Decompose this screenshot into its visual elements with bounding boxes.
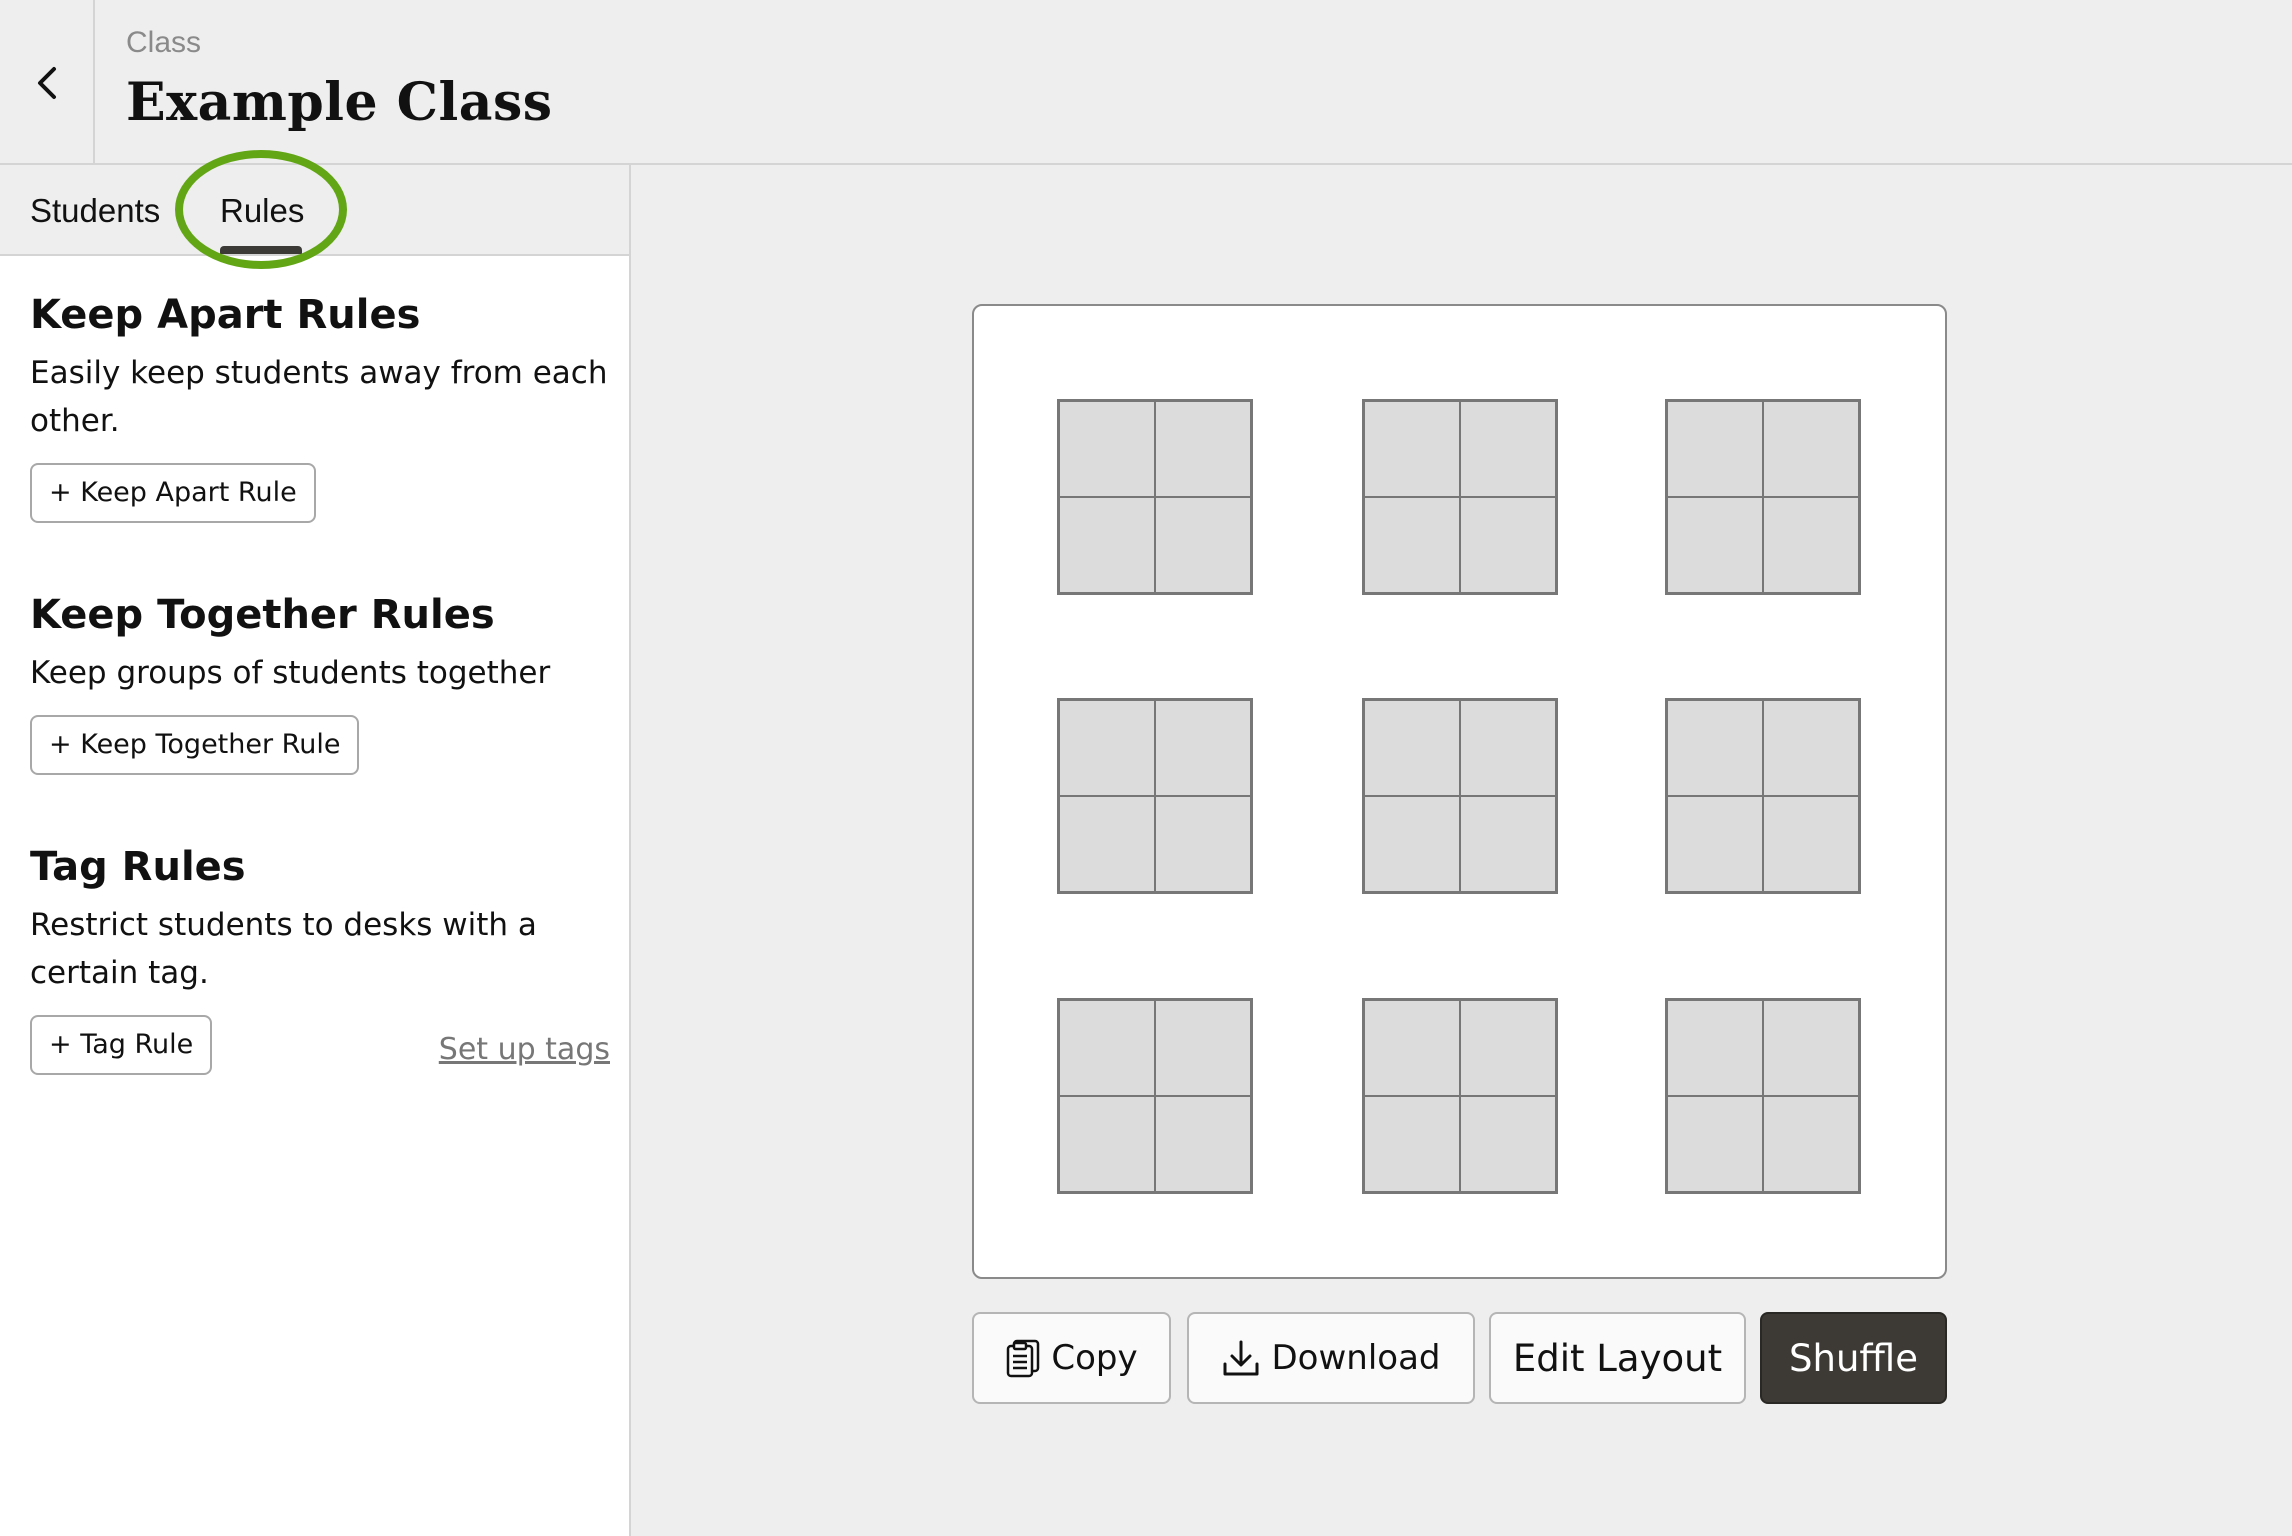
class-label: Class xyxy=(126,26,202,59)
desk[interactable] xyxy=(1667,796,1763,892)
desk[interactable] xyxy=(1667,1000,1763,1096)
desk[interactable] xyxy=(1763,1000,1859,1096)
desk[interactable] xyxy=(1155,401,1251,497)
clipboard-icon xyxy=(1007,1339,1040,1378)
desk[interactable] xyxy=(1667,700,1763,796)
desk-group xyxy=(1362,698,1558,894)
desk[interactable] xyxy=(1667,497,1763,593)
shuffle-label: Shuffle xyxy=(1789,1336,1918,1380)
desk[interactable] xyxy=(1059,1000,1155,1096)
desk[interactable] xyxy=(1059,796,1155,892)
desk[interactable] xyxy=(1364,700,1460,796)
desk[interactable] xyxy=(1460,1000,1556,1096)
desk[interactable] xyxy=(1460,401,1556,497)
action-bar: Copy Download Edit Layout Shuffle xyxy=(972,1312,1947,1404)
add-keep-together-rule-button[interactable]: + Keep Together Rule xyxy=(30,715,360,775)
desk[interactable] xyxy=(1763,401,1859,497)
desk[interactable] xyxy=(1059,497,1155,593)
tag-rules-section: Tag Rules Restrict students to desks wit… xyxy=(30,841,610,1075)
desk[interactable] xyxy=(1460,700,1556,796)
desk[interactable] xyxy=(1155,497,1251,593)
desk[interactable] xyxy=(1364,796,1460,892)
keep-together-section: Keep Together Rules Keep groups of stude… xyxy=(30,589,610,775)
add-tag-rule-button[interactable]: + Tag Rule xyxy=(30,1015,213,1075)
keep-apart-description: Easily keep students away from each othe… xyxy=(30,355,608,439)
desk[interactable] xyxy=(1667,1096,1763,1192)
desk[interactable] xyxy=(1364,1096,1460,1192)
tab-rules[interactable]: Rules xyxy=(220,165,304,256)
desk[interactable] xyxy=(1364,497,1460,593)
desk[interactable] xyxy=(1364,1000,1460,1096)
desk[interactable] xyxy=(1155,1000,1251,1096)
desk[interactable] xyxy=(1364,401,1460,497)
active-tab-indicator xyxy=(220,246,302,254)
desk[interactable] xyxy=(1059,401,1155,497)
download-button[interactable]: Download xyxy=(1187,1312,1475,1404)
desk-group xyxy=(1362,399,1558,595)
download-label: Download xyxy=(1271,1338,1441,1378)
page-title: Example Class xyxy=(126,72,553,133)
desk[interactable] xyxy=(1460,796,1556,892)
edit-layout-button[interactable]: Edit Layout xyxy=(1489,1312,1746,1404)
back-button[interactable] xyxy=(0,0,95,165)
desk-group xyxy=(1057,399,1253,595)
keep-apart-section: Keep Apart Rules Easily keep students aw… xyxy=(30,289,610,523)
keep-apart-heading: Keep Apart Rules xyxy=(30,292,421,338)
tab-students[interactable]: Students xyxy=(30,165,160,256)
page-title-group: Class Example Class xyxy=(126,24,553,138)
desk[interactable] xyxy=(1155,796,1251,892)
desk[interactable] xyxy=(1763,1096,1859,1192)
desk[interactable] xyxy=(1155,700,1251,796)
desk[interactable] xyxy=(1763,497,1859,593)
desk[interactable] xyxy=(1763,796,1859,892)
desk[interactable] xyxy=(1667,401,1763,497)
header-bar: Class Example Class xyxy=(0,0,2292,165)
keep-together-heading: Keep Together Rules xyxy=(30,592,495,638)
tag-rules-heading: Tag Rules xyxy=(30,844,246,890)
desk[interactable] xyxy=(1059,700,1155,796)
edit-layout-label: Edit Layout xyxy=(1512,1336,1723,1380)
desk[interactable] xyxy=(1460,1096,1556,1192)
desk-group xyxy=(1665,698,1861,894)
keep-together-description: Keep groups of students together xyxy=(30,655,551,691)
add-keep-apart-rule-button[interactable]: + Keep Apart Rule xyxy=(30,463,316,523)
desk-group xyxy=(1057,998,1253,1194)
tag-rules-description: Restrict students to desks with a certai… xyxy=(30,907,537,991)
classroom-layout xyxy=(972,304,1947,1279)
desk[interactable] xyxy=(1059,1096,1155,1192)
chevron-left-icon xyxy=(37,66,56,99)
desk-group xyxy=(1665,399,1861,595)
desk-group xyxy=(1362,998,1558,1194)
shuffle-button[interactable]: Shuffle xyxy=(1760,1312,1947,1404)
desk[interactable] xyxy=(1155,1096,1251,1192)
desk-group xyxy=(1665,998,1861,1194)
set-up-tags-link[interactable]: Set up tags xyxy=(439,1032,610,1067)
copy-button[interactable]: Copy xyxy=(972,1312,1171,1404)
desk[interactable] xyxy=(1460,497,1556,593)
desk-group xyxy=(1057,698,1253,894)
copy-label: Copy xyxy=(1051,1338,1138,1378)
download-icon xyxy=(1223,1340,1259,1376)
desk[interactable] xyxy=(1763,700,1859,796)
tab-bar: Students Rules xyxy=(0,165,629,256)
rules-panel: Students Rules Keep Apart Rules Easily k… xyxy=(0,165,631,1536)
